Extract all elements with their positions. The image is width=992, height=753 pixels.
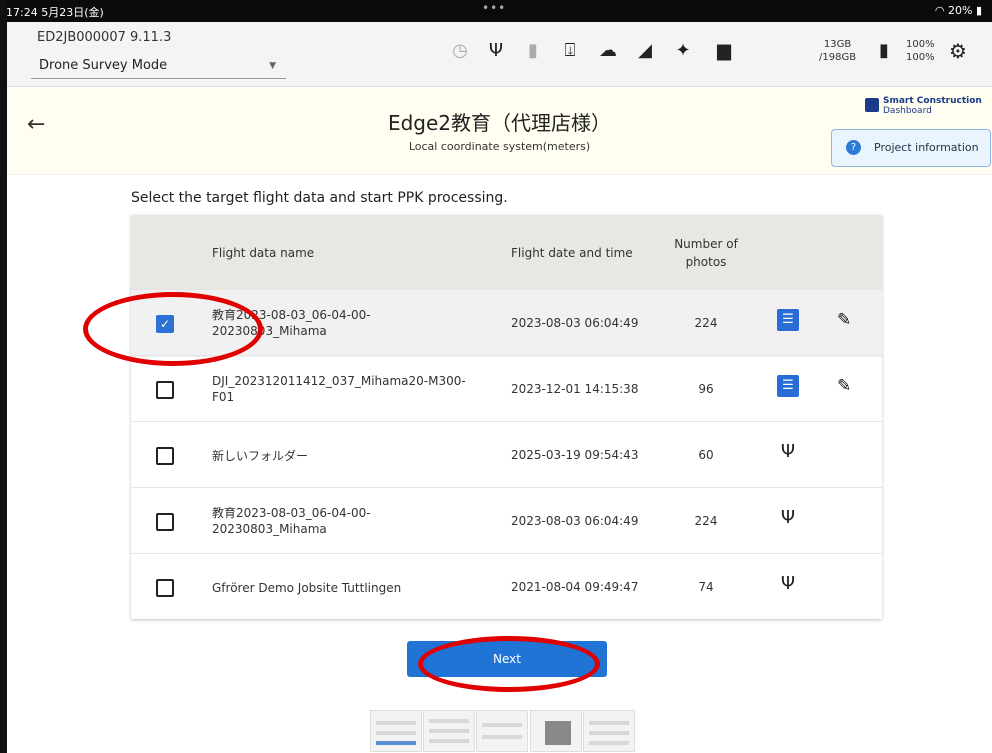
thumbnail-2[interactable]: [423, 710, 475, 752]
logo-line-1: Smart Construction: [883, 96, 982, 106]
gear-icon[interactable]: ⚙: [947, 40, 969, 62]
status-time: 17:24 5月23日(金): [6, 6, 104, 19]
storage-indicator: 13GB /198GB: [819, 38, 856, 64]
thumbnail-3[interactable]: [476, 710, 528, 752]
photo-count: 224: [694, 316, 718, 330]
battery-levels: 100% 100%: [906, 38, 935, 64]
flight-data-name: 新しいフォルダー: [212, 448, 512, 464]
flight-data-name: DJI_202312011412_037_Mihama20-M300- F01: [212, 373, 512, 405]
table-row[interactable]: 教育2023-08-03_06-04-00- 20230803_Mihama 202…: [131, 487, 882, 555]
wifi-icon: ◠: [934, 4, 945, 17]
database-icon: ☰: [777, 375, 799, 397]
mode-select[interactable]: Drone Survey Mode ▼: [31, 54, 286, 79]
row-checkbox[interactable]: [156, 381, 174, 399]
app-header: ED2JB000007 9.11.3 Drone Survey Mode ▼ ◷…: [7, 22, 992, 87]
status-bar: 17:24 5月23日(金) ••• ◠ 20% ▮: [0, 0, 992, 22]
page-title-bar: ← Edge2教育（代理店様） Local coordinate system(…: [7, 87, 992, 175]
thumbnail-4[interactable]: [530, 710, 582, 752]
chevron-down-icon: ▼: [269, 61, 276, 71]
usb-icon: Ψ: [780, 441, 796, 462]
storage-total: /198GB: [819, 52, 857, 63]
photo-count: 224: [694, 514, 718, 528]
flight-data-name-line-1: DJI_202312011412_037_Mihama20-M300-: [212, 374, 466, 388]
device-battery-icon: ▮: [879, 40, 889, 61]
usb-icon: Ψ: [780, 573, 796, 594]
photos-header-line-1: Number of: [674, 237, 738, 251]
column-header-date: Flight date and time: [511, 246, 633, 260]
photos-header-line-2: photos: [685, 255, 727, 269]
photo-count: 60: [698, 448, 714, 462]
annotation-ring-checkbox: [83, 292, 263, 366]
screen-bezel: [0, 0, 7, 753]
device-id: ED2JB000007 9.11.3: [37, 30, 172, 45]
flight-data-name-line-2: F01: [212, 390, 235, 404]
flight-data-name-line-1: 新しいフォルダー: [212, 449, 309, 463]
download-icon[interactable]: ⍗: [559, 40, 581, 62]
photo-count: 96: [698, 382, 714, 396]
flight-date: 2023-12-01 14:15:38: [511, 382, 639, 396]
flight-data-name-line-1: Gfrörer Demo Jobsite Tuttlingen: [212, 581, 402, 595]
battery-percent: 20%: [947, 4, 973, 17]
sd-card-icon: ▮: [528, 40, 538, 61]
photo-count: 74: [698, 580, 714, 594]
flight-date: 2025-03-19 09:54:43: [511, 448, 639, 462]
flight-data-name: 教育2023-08-03_06-04-00- 20230803_Mihama: [212, 505, 512, 537]
help-icon: ?: [846, 140, 861, 155]
table-header: Flight data name Flight date and time Nu…: [131, 215, 882, 289]
project-information-label: Project information: [874, 141, 979, 154]
usb-icon: Ψ: [488, 40, 504, 61]
flight-date: 2023-08-03 06:04:49: [511, 316, 639, 330]
mode-select-value: Drone Survey Mode: [39, 58, 168, 73]
flight-date: 2023-08-03 06:04:49: [511, 514, 639, 528]
signal-icon: ◢: [638, 40, 652, 61]
row-checkbox[interactable]: [156, 579, 174, 597]
instruction-text: Select the target flight data and start …: [131, 190, 508, 206]
table-row[interactable]: Gfrörer Demo Jobsite Tuttlingen 2021-08-0…: [131, 553, 882, 621]
column-header-photos: Number of photos: [661, 235, 751, 271]
table-row[interactable]: 新しいフォルダー 2025-03-19 09:54:43 60 Ψ: [131, 421, 882, 489]
logo-icon: [865, 98, 879, 112]
edit-pencil-icon[interactable]: ✎: [837, 310, 851, 330]
thumbnail-5[interactable]: [583, 710, 635, 752]
satellite-icon: ✦: [675, 40, 691, 61]
edit-pencil-icon[interactable]: ✎: [837, 376, 851, 396]
table-row[interactable]: DJI_202312011412_037_Mihama20-M300- F01 20…: [131, 355, 882, 423]
folder-icon[interactable]: ▆: [713, 40, 735, 62]
cloud-icon: ☁: [599, 40, 617, 61]
flight-data-name-line-1: 教育2023-08-03_06-04-00-: [212, 506, 371, 520]
flight-date: 2021-08-04 09:49:47: [511, 580, 639, 594]
multitask-dots-icon[interactable]: •••: [482, 1, 506, 15]
project-information-button[interactable]: ? Project information: [831, 129, 991, 167]
battery-icon: ▮: [975, 4, 982, 17]
storage-used: 13GB: [823, 39, 852, 50]
annotation-ring-next: [418, 636, 600, 692]
flight-data-table: Flight data name Flight date and time Nu…: [131, 215, 882, 619]
row-checkbox[interactable]: [156, 447, 174, 465]
column-header-name: Flight data name: [212, 246, 315, 260]
thumbnail-1[interactable]: [370, 710, 422, 752]
app-screen: 17:24 5月23日(金) ••• ◠ 20% ▮ ED2JB000007 9…: [0, 0, 992, 753]
sync-status-icon: ◷: [452, 40, 468, 61]
logo-line-2: Dashboard: [883, 106, 932, 116]
battery-indicator: ◠ 20% ▮: [935, 4, 982, 17]
battery-level-1: 100%: [906, 39, 935, 50]
row-checkbox[interactable]: [156, 513, 174, 531]
usb-icon: Ψ: [780, 507, 796, 528]
flight-data-name-line-2: 20230803_Mihama: [212, 522, 327, 536]
flight-data-name: Gfrörer Demo Jobsite Tuttlingen: [212, 580, 512, 596]
database-icon: ☰: [777, 309, 799, 331]
battery-level-2: 100%: [906, 52, 935, 63]
